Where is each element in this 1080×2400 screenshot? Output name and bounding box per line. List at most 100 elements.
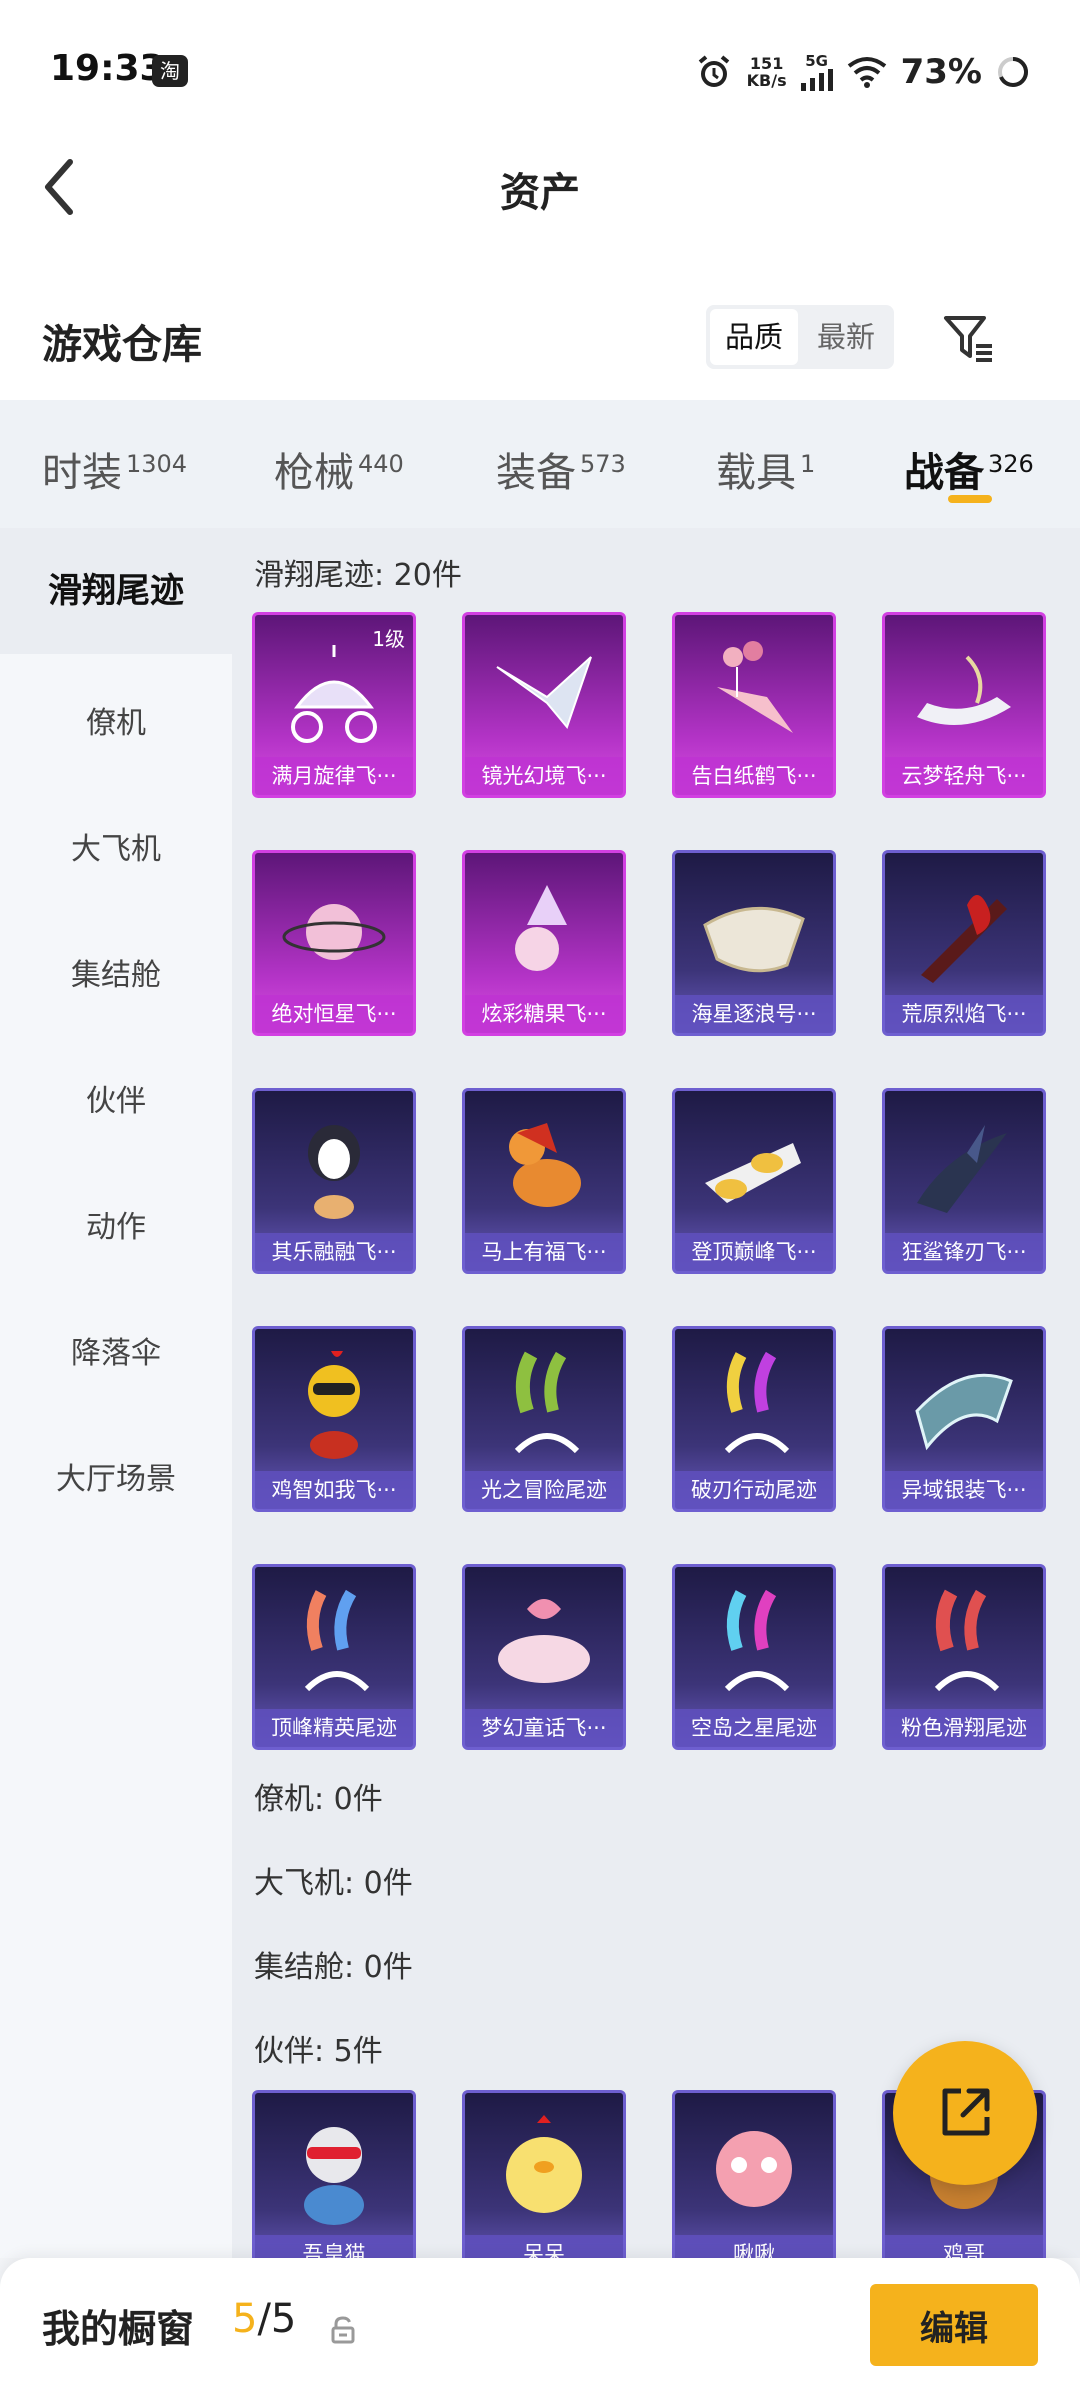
share-button[interactable] — [893, 2041, 1037, 2185]
item-card[interactable]: 顶峰精英尾迹 — [252, 1564, 416, 1750]
item-name: 鸡哥 — [885, 2235, 1043, 2258]
cat-icon — [304, 2127, 364, 2225]
carriage-icon — [291, 645, 377, 743]
item-name: 荒原烈焰飞··· — [885, 995, 1043, 1033]
boat-icon — [703, 906, 805, 973]
item-name: 镜光幻境飞··· — [465, 757, 623, 795]
item-card[interactable]: 登顶巅峰飞··· — [672, 1088, 836, 1274]
item-card[interactable]: 海星逐浪号··· — [672, 850, 836, 1036]
lock-icon — [331, 2316, 355, 2344]
item-name: 海星逐浪号··· — [675, 995, 833, 1033]
item-name: 炫彩糖果飞··· — [465, 995, 623, 1033]
item-card[interactable]: 呆呆 — [462, 2090, 626, 2258]
item-card[interactable]: 梦幻童话飞··· — [462, 1564, 626, 1750]
item-card[interactable]: 空岛之星尾迹 — [672, 1564, 836, 1750]
wifi-icon — [847, 57, 886, 88]
item-name: 鸡智如我飞··· — [255, 1471, 413, 1509]
sidebar-item-plane[interactable]: 大飞机 — [0, 824, 232, 868]
sidebar-item-lobby-scene[interactable]: 大厅场景 — [0, 1454, 232, 1498]
item-name: 马上有福飞··· — [465, 1233, 623, 1271]
item-name: 光之冒险尾迹 — [465, 1471, 623, 1509]
sidebar-item-action[interactable]: 动作 — [0, 1202, 232, 1246]
network-speed: 151 KB/s — [746, 54, 787, 90]
item-card[interactable]: 鸡智如我飞··· — [252, 1326, 416, 1512]
nav-bar: 资产 — [0, 140, 1080, 230]
item-card[interactable]: 马上有福飞··· — [462, 1088, 626, 1274]
sidebar-item-partner[interactable]: 伙伴 — [0, 1076, 232, 1120]
sort-newest[interactable]: 最新 — [802, 309, 890, 365]
item-card[interactable]: 啾啾 — [672, 2090, 836, 2258]
item-name: 告白纸鹤飞··· — [675, 757, 833, 795]
trail-pink-icon — [934, 1589, 1000, 1692]
item-name: 登顶巅峰飞··· — [675, 1233, 833, 1271]
item-grid: 滑翔尾迹: 20件 1级 满月旋律飞··· 镜光幻境飞··· 告白纸鹤飞··· 云梦轻舟… — [232, 528, 1080, 2258]
planet-icon — [282, 904, 386, 960]
cloud-boat-icon — [917, 655, 1011, 725]
item-card[interactable]: 告白纸鹤飞··· — [672, 612, 836, 798]
item-name: 异域银装飞··· — [885, 1471, 1043, 1509]
active-tab-indicator — [948, 495, 992, 503]
sidebar-item-wingman[interactable]: 僚机 — [0, 698, 232, 742]
item-card[interactable]: 异域银装飞··· — [882, 1326, 1046, 1512]
battery-ring-icon — [998, 57, 1028, 87]
showcase-label: 我的橱窗 — [42, 2307, 195, 2351]
sort-quality[interactable]: 品质 — [710, 309, 798, 365]
fairy-bed-icon — [498, 1599, 590, 1683]
jet-icon — [705, 1143, 801, 1203]
item-card[interactable]: 镜光幻境飞··· — [462, 612, 626, 798]
item-name: 吾皇猫 — [255, 2235, 413, 2258]
item-card[interactable]: 绝对恒星飞··· — [252, 850, 416, 1036]
tab-fashion[interactable]: 时装 1304 — [42, 440, 187, 498]
item-card[interactable]: 吾皇猫 — [252, 2090, 416, 2258]
tab-vehicles[interactable]: 载具 1 — [716, 440, 815, 498]
share-icon — [942, 2088, 990, 2136]
item-name: 顶峰精英尾迹 — [255, 1709, 413, 1747]
trail-rainbow-icon — [724, 1351, 790, 1454]
trail-purple-icon — [724, 1589, 790, 1692]
tab-equipment[interactable]: 装备 573 — [496, 440, 626, 498]
item-card[interactable]: 光之冒险尾迹 — [462, 1326, 626, 1512]
item-name: 满月旋律飞··· — [255, 757, 413, 795]
item-card[interactable]: 云梦轻舟飞··· — [882, 612, 1046, 798]
item-card[interactable]: 破刃行动尾迹 — [672, 1326, 836, 1512]
tab-guns[interactable]: 枪械 440 — [274, 440, 404, 498]
item-card[interactable]: 粉色滑翔尾迹 — [882, 1564, 1046, 1750]
candy-icon — [515, 885, 567, 971]
chicken-icon — [308, 1351, 360, 1459]
category-tabs: 时装 1304 枪械 440 装备 573 载具 1 战备 326 — [0, 400, 1080, 528]
battery-percent: 73% — [900, 52, 982, 92]
item-card[interactable]: 1级满月旋律飞··· — [252, 612, 416, 798]
alarm-icon — [698, 55, 729, 87]
edit-button[interactable]: 编辑 — [870, 2284, 1038, 2366]
warehouse-title: 游戏仓库 — [42, 322, 202, 368]
section-pod: 集结舱: 0件 — [254, 1950, 413, 1985]
penguin-icon — [308, 1125, 360, 1219]
status-time: 19:33 — [50, 48, 165, 89]
paper-crane-icon — [717, 641, 793, 733]
item-name: 其乐融融飞··· — [255, 1233, 413, 1271]
item-name: 空岛之星尾迹 — [675, 1709, 833, 1747]
item-name: 呆呆 — [465, 2235, 623, 2258]
item-name: 狂鲨锋刃飞··· — [885, 1233, 1043, 1271]
filter-icon[interactable] — [940, 310, 996, 366]
item-card[interactable]: 狂鲨锋刃飞··· — [882, 1088, 1046, 1274]
crystal-wing-icon — [496, 656, 592, 730]
page-title: 资产 — [500, 170, 580, 216]
sidebar: 滑翔尾迹 僚机 大飞机 集结舱 伙伴 动作 降落伞 大厅场景 — [0, 528, 232, 2258]
tab-readiness[interactable]: 战备 326 — [904, 440, 1034, 498]
item-card[interactable]: 其乐融融飞··· — [252, 1088, 416, 1274]
status-bar: 19:33 淘 151 KB/s 5G 73% — [0, 0, 1080, 140]
item-name: 云梦轻舟飞··· — [885, 757, 1043, 795]
showcase-count: 5/5 — [232, 2296, 297, 2342]
section-partner: 伙伴: 5件 — [254, 2034, 383, 2069]
taobao-icon: 淘 — [152, 55, 188, 87]
sidebar-item-parachute[interactable]: 降落伞 — [0, 1328, 232, 1372]
signal-icon: 5G — [800, 53, 833, 91]
chick-icon — [506, 2115, 582, 2213]
item-card[interactable]: 荒原烈焰飞··· — [882, 850, 1046, 1036]
item-level: 1级 — [372, 627, 405, 651]
sidebar-item-pod[interactable]: 集结舱 — [0, 950, 232, 994]
item-name: 粉色滑翔尾迹 — [885, 1709, 1043, 1747]
sidebar-item-glide-trail[interactable]: 滑翔尾迹 — [0, 528, 232, 654]
item-card[interactable]: 炫彩糖果飞··· — [462, 850, 626, 1036]
